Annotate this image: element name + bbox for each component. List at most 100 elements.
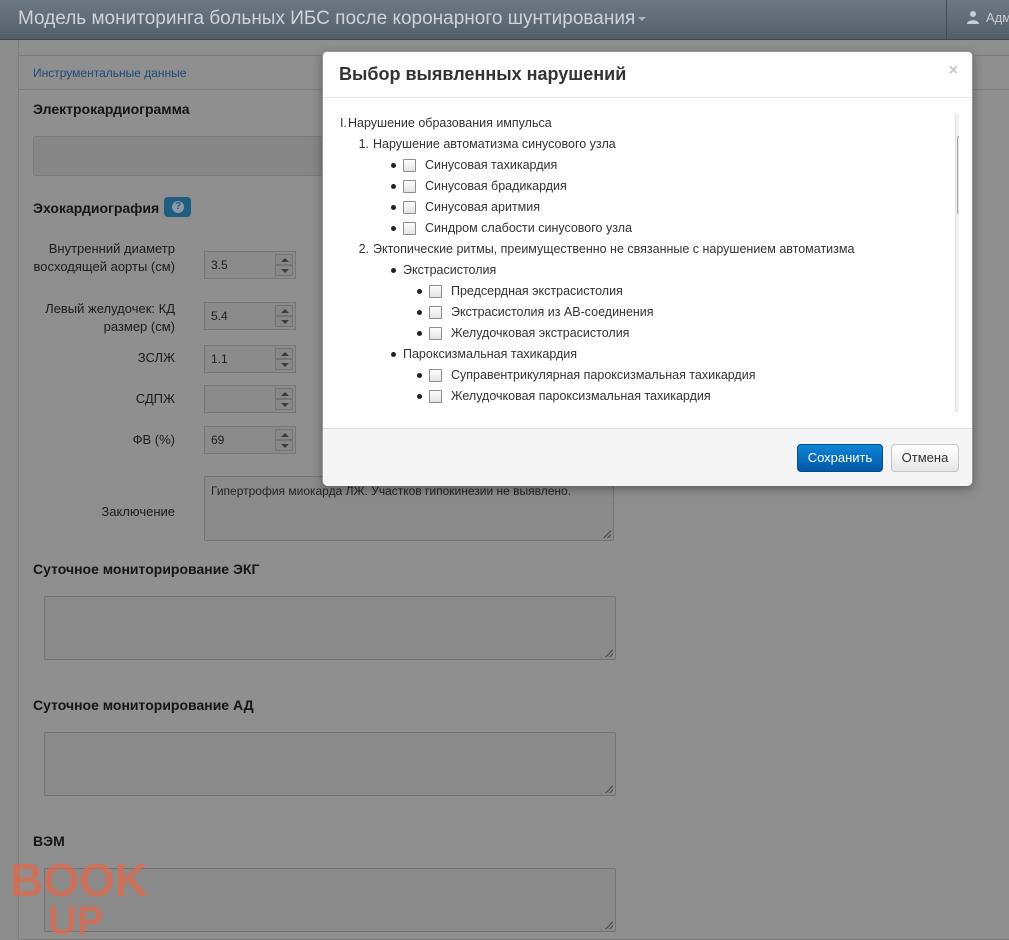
- bookup-watermark-logo: BOOK UP: [10, 854, 148, 936]
- echo-heading-text: Эхокардиография: [33, 200, 160, 216]
- lv-edd-label: Левый желудочек: КД размер (см): [45, 301, 175, 334]
- resize-grip-icon[interactable]: [605, 785, 613, 793]
- spin-up-button[interactable]: [275, 305, 293, 316]
- spin-up-button[interactable]: [275, 429, 293, 440]
- disorder-group: 2. Эктопические ритмы, преимущественно не…: [339, 240, 939, 258]
- aorta-diameter-input[interactable]: 3.5: [204, 251, 296, 279]
- holter-ecg-textarea[interactable]: [44, 596, 616, 660]
- ef-input[interactable]: 69: [204, 426, 296, 454]
- disorder-option-label: Синдром слабости синусового узла: [425, 221, 633, 235]
- instrumental-data-link[interactable]: Инструментальные данные: [33, 66, 186, 80]
- holter-bp-textarea[interactable]: [44, 732, 616, 796]
- holter-ecg-heading: Суточное мониторирование ЭКГ: [33, 561, 260, 577]
- disorder-option[interactable]: Синдром слабости синусового узла: [339, 219, 939, 237]
- list-number: 1.: [358, 137, 369, 151]
- disorder-option[interactable]: Синусовая тахикардия: [339, 156, 939, 174]
- user-icon: [967, 11, 979, 24]
- question-icon: ?: [172, 201, 185, 213]
- bullet-icon: [391, 268, 396, 273]
- spin-up-button[interactable]: [275, 254, 293, 265]
- bullet-icon: [391, 226, 396, 231]
- disorder-group-label: Экстрасистолия: [403, 263, 497, 277]
- disorder-option-label: Желудочковая пароксизмальная тахикардия: [451, 389, 711, 403]
- spinner-buttons: [275, 429, 293, 451]
- disorder-option-label: Синусовая тахикардия: [425, 158, 558, 172]
- ecg-field[interactable]: [33, 136, 353, 176]
- save-button[interactable]: Сохранить: [797, 444, 883, 472]
- disorder-group: II.Нарушения проводимости: [339, 408, 939, 412]
- svg-text:UP: UP: [48, 899, 104, 936]
- disorder-option[interactable]: Суправентрикулярная пароксизмальная тахи…: [339, 366, 939, 384]
- cancel-button[interactable]: Отмена: [891, 444, 959, 472]
- checkbox[interactable]: [403, 180, 416, 193]
- user-name: Адм: [986, 10, 1009, 25]
- disorder-group: 1. Нарушение автоматизма синусового узла: [339, 135, 939, 153]
- help-button[interactable]: ?: [164, 197, 192, 217]
- spinner-buttons: [275, 254, 293, 276]
- disorder-group-label: Нарушения проводимости: [348, 408, 501, 412]
- aorta-diameter-label: Внутренний диаметр восходящей аорты (см): [33, 241, 175, 274]
- top-navbar: Модель мониторинга больных ИБС после кор…: [0, 0, 1009, 40]
- scroll-down-arrow-icon[interactable]: [956, 395, 959, 412]
- resize-grip-icon[interactable]: [605, 921, 613, 929]
- lv-edd-input[interactable]: 5.4: [204, 302, 296, 330]
- disorder-option-label: Предсердная экстрасистолия: [451, 284, 623, 298]
- modal-header: Выбор выявленных нарушений ×: [323, 52, 972, 98]
- app-brand[interactable]: Модель мониторинга больных ИБС после кор…: [18, 8, 647, 30]
- disorder-group-label: Пароксизмальная тахикардия: [403, 347, 578, 361]
- checkbox[interactable]: [403, 201, 416, 214]
- checkbox[interactable]: [403, 222, 416, 235]
- modal-title: Выбор выявленных нарушений: [339, 64, 627, 84]
- disorder-option[interactable]: Синусовая брадикардия: [339, 177, 939, 195]
- user-menu[interactable]: Адм: [966, 10, 1009, 25]
- disorder-option[interactable]: Экстрасистолия из АВ-соединения: [339, 303, 939, 321]
- disorder-group-label: Эктопические ритмы, преимущественно не с…: [373, 242, 855, 256]
- caret-down-icon: [638, 16, 647, 21]
- disorder-option[interactable]: Желудочковая экстрасистолия: [339, 324, 939, 342]
- bullet-icon: [391, 205, 396, 210]
- disorder-option[interactable]: Предсердная экстрасистолия: [339, 282, 939, 300]
- lvpw-value: 1.1: [211, 352, 228, 366]
- spinner-buttons: [275, 305, 293, 327]
- checkbox[interactable]: [429, 327, 442, 340]
- bullet-icon: [391, 184, 396, 189]
- lvpw-label: ЗСЛЖ: [137, 350, 175, 365]
- rvsp-input[interactable]: [204, 385, 296, 413]
- spin-up-button[interactable]: [275, 348, 293, 359]
- checkbox[interactable]: [429, 285, 442, 298]
- vertical-scrollbar[interactable]: [955, 114, 959, 412]
- disorder-option-label: Экстрасистолия из АВ-соединения: [451, 305, 654, 319]
- spin-down-button[interactable]: [275, 316, 293, 327]
- spin-down-button[interactable]: [275, 440, 293, 451]
- ef-value: 69: [211, 433, 225, 447]
- resize-grip-icon[interactable]: [605, 649, 613, 657]
- modal-footer: Сохранить Отмена: [323, 428, 972, 486]
- spin-up-button[interactable]: [275, 388, 293, 399]
- scroll-thumb[interactable]: [957, 136, 959, 214]
- bullet-icon: [417, 373, 422, 378]
- disorder-option[interactable]: Синусовая аритмия: [339, 198, 939, 216]
- disorder-group-label: Нарушение образования импульса: [348, 116, 552, 130]
- bullet-icon: [391, 163, 396, 168]
- scroll-up-arrow-icon[interactable]: [956, 114, 959, 131]
- ecg-heading: Электрокардиограмма: [33, 101, 190, 117]
- checkbox[interactable]: [429, 306, 442, 319]
- aorta-diameter-value: 3.5: [211, 258, 228, 272]
- spin-down-button[interactable]: [275, 359, 293, 370]
- lvpw-input[interactable]: 1.1: [204, 345, 296, 373]
- vem-heading: ВЭМ: [33, 833, 65, 849]
- close-icon[interactable]: ×: [949, 62, 958, 80]
- resize-grip-icon[interactable]: [603, 530, 611, 538]
- checkbox[interactable]: [403, 159, 416, 172]
- disorders-tree[interactable]: I. Нарушение образования импульса 1. Наруше…: [339, 114, 939, 412]
- spin-down-button[interactable]: [275, 265, 293, 276]
- list-number: I.: [340, 116, 347, 130]
- disorder-option-label: Суправентрикулярная пароксизмальная тахи…: [451, 368, 756, 382]
- lv-edd-value: 5.4: [211, 309, 228, 323]
- checkbox[interactable]: [429, 369, 442, 382]
- echo-heading: Эхокардиография?: [33, 197, 192, 217]
- spin-down-button[interactable]: [275, 399, 293, 410]
- disorder-option[interactable]: Желудочковая пароксизмальная тахикардия: [339, 387, 939, 405]
- app-title: Модель мониторинга больных ИБС после кор…: [18, 8, 636, 29]
- checkbox[interactable]: [429, 390, 442, 403]
